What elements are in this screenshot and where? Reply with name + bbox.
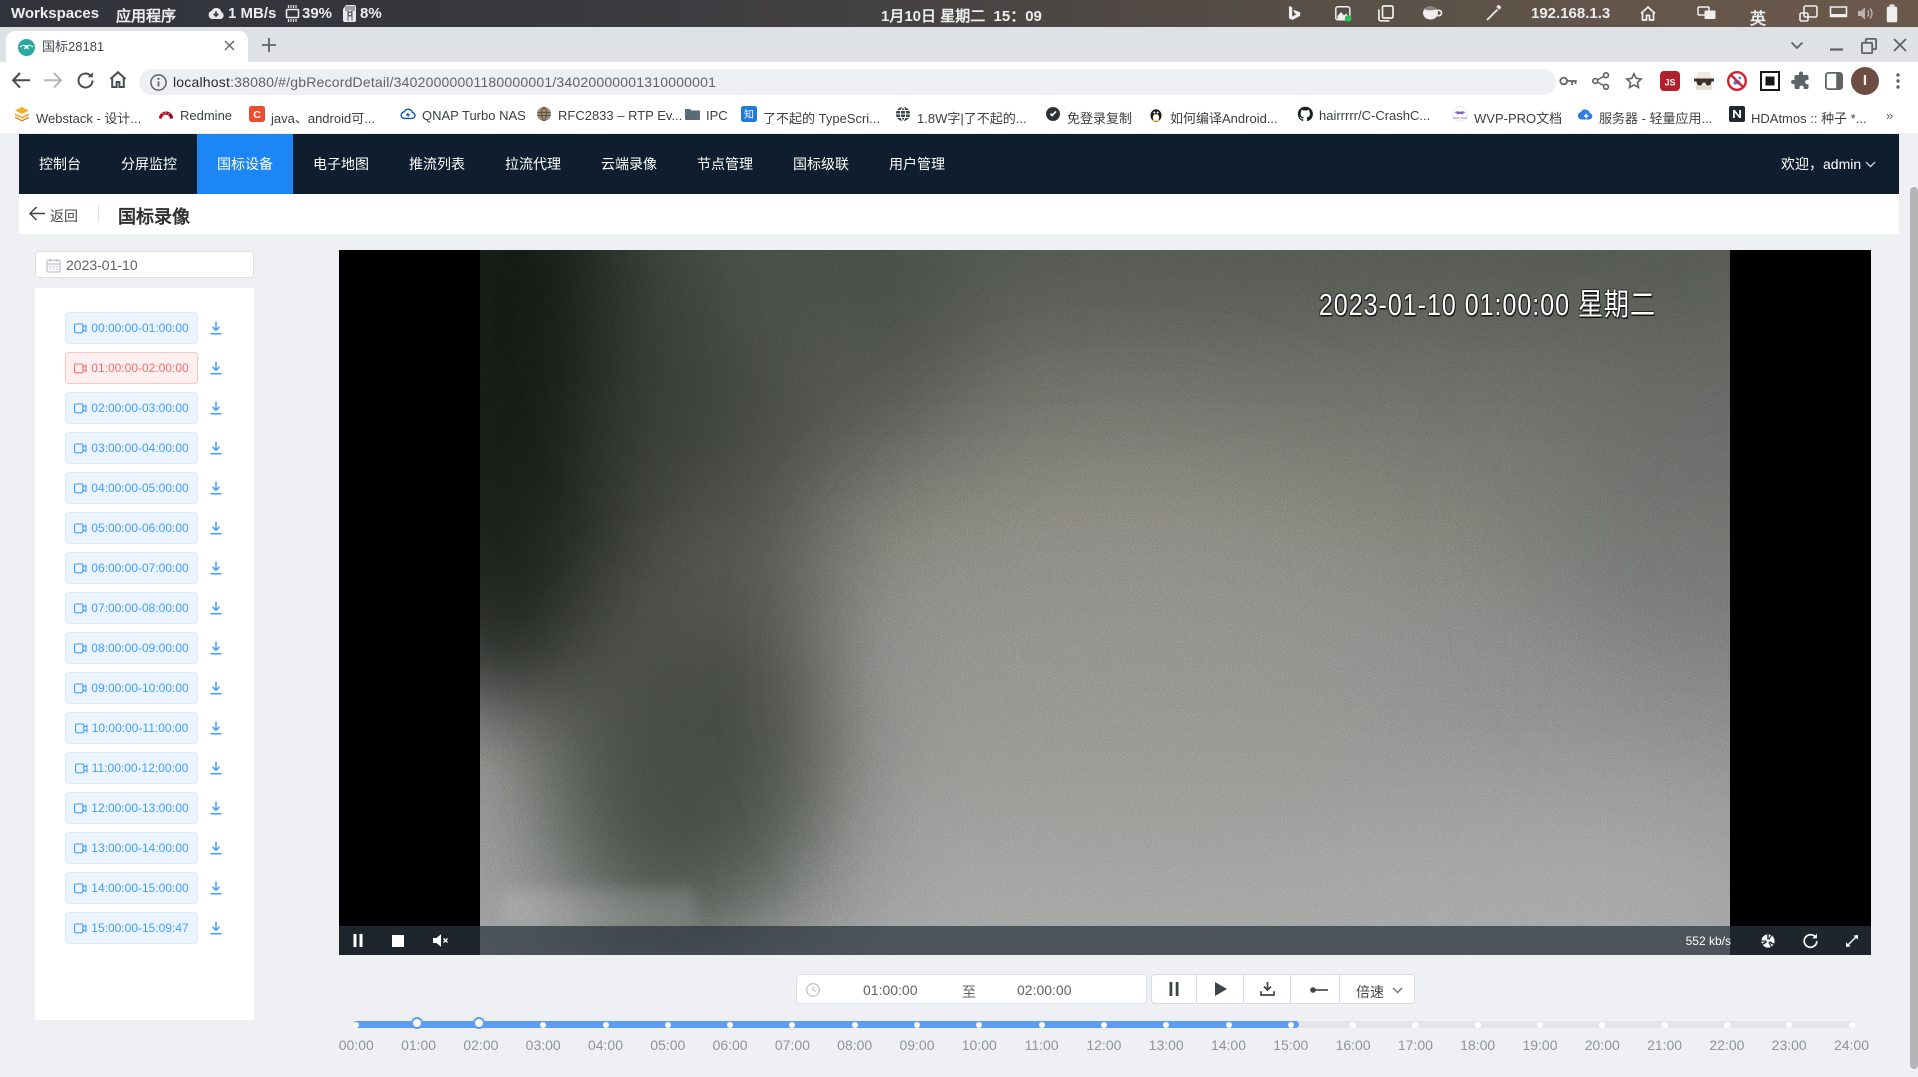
svg-text:WVP-PRO: WVP-PRO <box>1453 116 1468 120</box>
svg-text:JS: JS <box>1664 78 1675 88</box>
svg-text:C: C <box>253 109 261 121</box>
svg-text:知: 知 <box>744 108 754 121</box>
